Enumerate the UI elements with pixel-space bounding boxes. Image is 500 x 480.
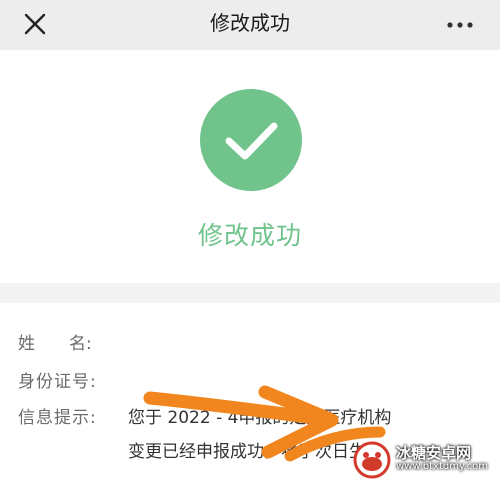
success-message: 修改成功: [197, 221, 302, 250]
result-card: 修改成功: [0, 50, 500, 283]
info-tip-line-2: 变更已经申报成功，将于次日生: [128, 442, 366, 462]
info-tip-label: 信息提示:: [18, 408, 97, 428]
watermark: 冰糖安卓网 www.btxtdmy.com: [352, 440, 500, 480]
watermark-logo-icon: [353, 441, 391, 479]
watermark-title: 冰糖安卓网: [396, 444, 472, 462]
check-circle-icon: [200, 89, 302, 191]
top-bar: 修改成功: [0, 0, 500, 50]
info-tip-line-1: 您于 2022 - 4申报的定点医疗机构: [128, 408, 392, 428]
more-options-button[interactable]: [440, 12, 480, 38]
id-number-label: 身份证号:: [18, 372, 97, 392]
name-label: 姓 名:: [18, 334, 92, 354]
watermark-url: www.btxtdmy.com: [396, 461, 489, 472]
page-title: 修改成功: [210, 11, 290, 35]
more-dots-icon: [447, 22, 473, 28]
